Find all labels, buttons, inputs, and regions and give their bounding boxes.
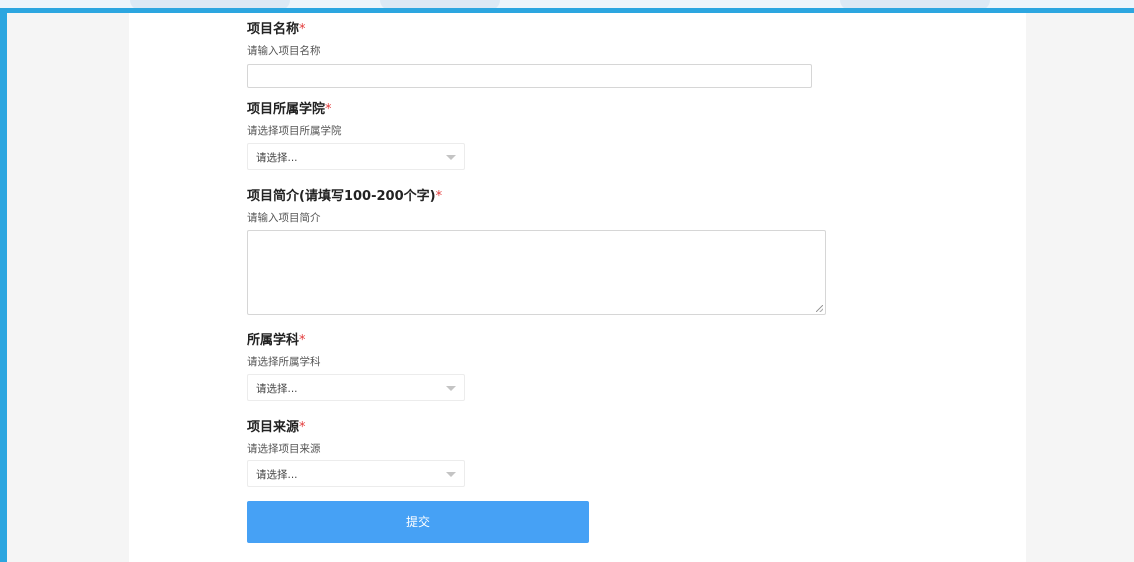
intro-field: 项目简介(请填写100-200个字)* 请输入项目简介 — [247, 189, 442, 225]
subject-hint: 请选择所属学科 — [247, 356, 321, 368]
chevron-down-icon — [446, 155, 456, 160]
intro-textarea[interactable] — [247, 230, 826, 315]
source-hint: 请选择项目来源 — [247, 443, 321, 455]
college-select[interactable]: 请选择... — [247, 143, 465, 170]
source-label: 项目来源* — [247, 420, 306, 435]
college-field: 项目所属学院* 请选择项目所属学院 — [247, 102, 342, 138]
required-mark: * — [299, 333, 306, 348]
chevron-down-icon — [446, 472, 456, 477]
source-select[interactable]: 请选择... — [247, 460, 465, 487]
submit-button[interactable]: 提交 — [247, 501, 589, 543]
intro-label: 项目简介(请填写100-200个字)* — [247, 189, 443, 204]
source-select-value: 请选择... — [256, 469, 298, 481]
required-mark: * — [299, 22, 306, 37]
subject-select[interactable]: 请选择... — [247, 374, 465, 401]
required-mark: * — [325, 102, 332, 117]
chevron-down-icon — [446, 386, 456, 391]
project-name-hint: 请输入项目名称 — [247, 45, 321, 57]
college-select-value: 请选择... — [256, 152, 298, 164]
subject-label: 所属学科* — [247, 333, 306, 348]
college-hint: 请选择项目所属学院 — [247, 125, 342, 137]
subject-field: 所属学科* 请选择所属学科 — [247, 333, 321, 369]
subject-select-value: 请选择... — [256, 383, 298, 395]
required-mark: * — [299, 420, 306, 435]
required-mark: * — [435, 189, 443, 204]
project-name-label: 项目名称* — [247, 22, 306, 37]
intro-hint: 请输入项目简介 — [247, 212, 321, 224]
project-name-input[interactable] — [247, 64, 812, 88]
source-field: 项目来源* 请选择项目来源 — [247, 420, 321, 456]
college-label: 项目所属学院* — [247, 102, 332, 117]
project-name-field: 项目名称* 请输入项目名称 — [247, 22, 321, 58]
resize-handle-icon[interactable] — [816, 305, 823, 312]
